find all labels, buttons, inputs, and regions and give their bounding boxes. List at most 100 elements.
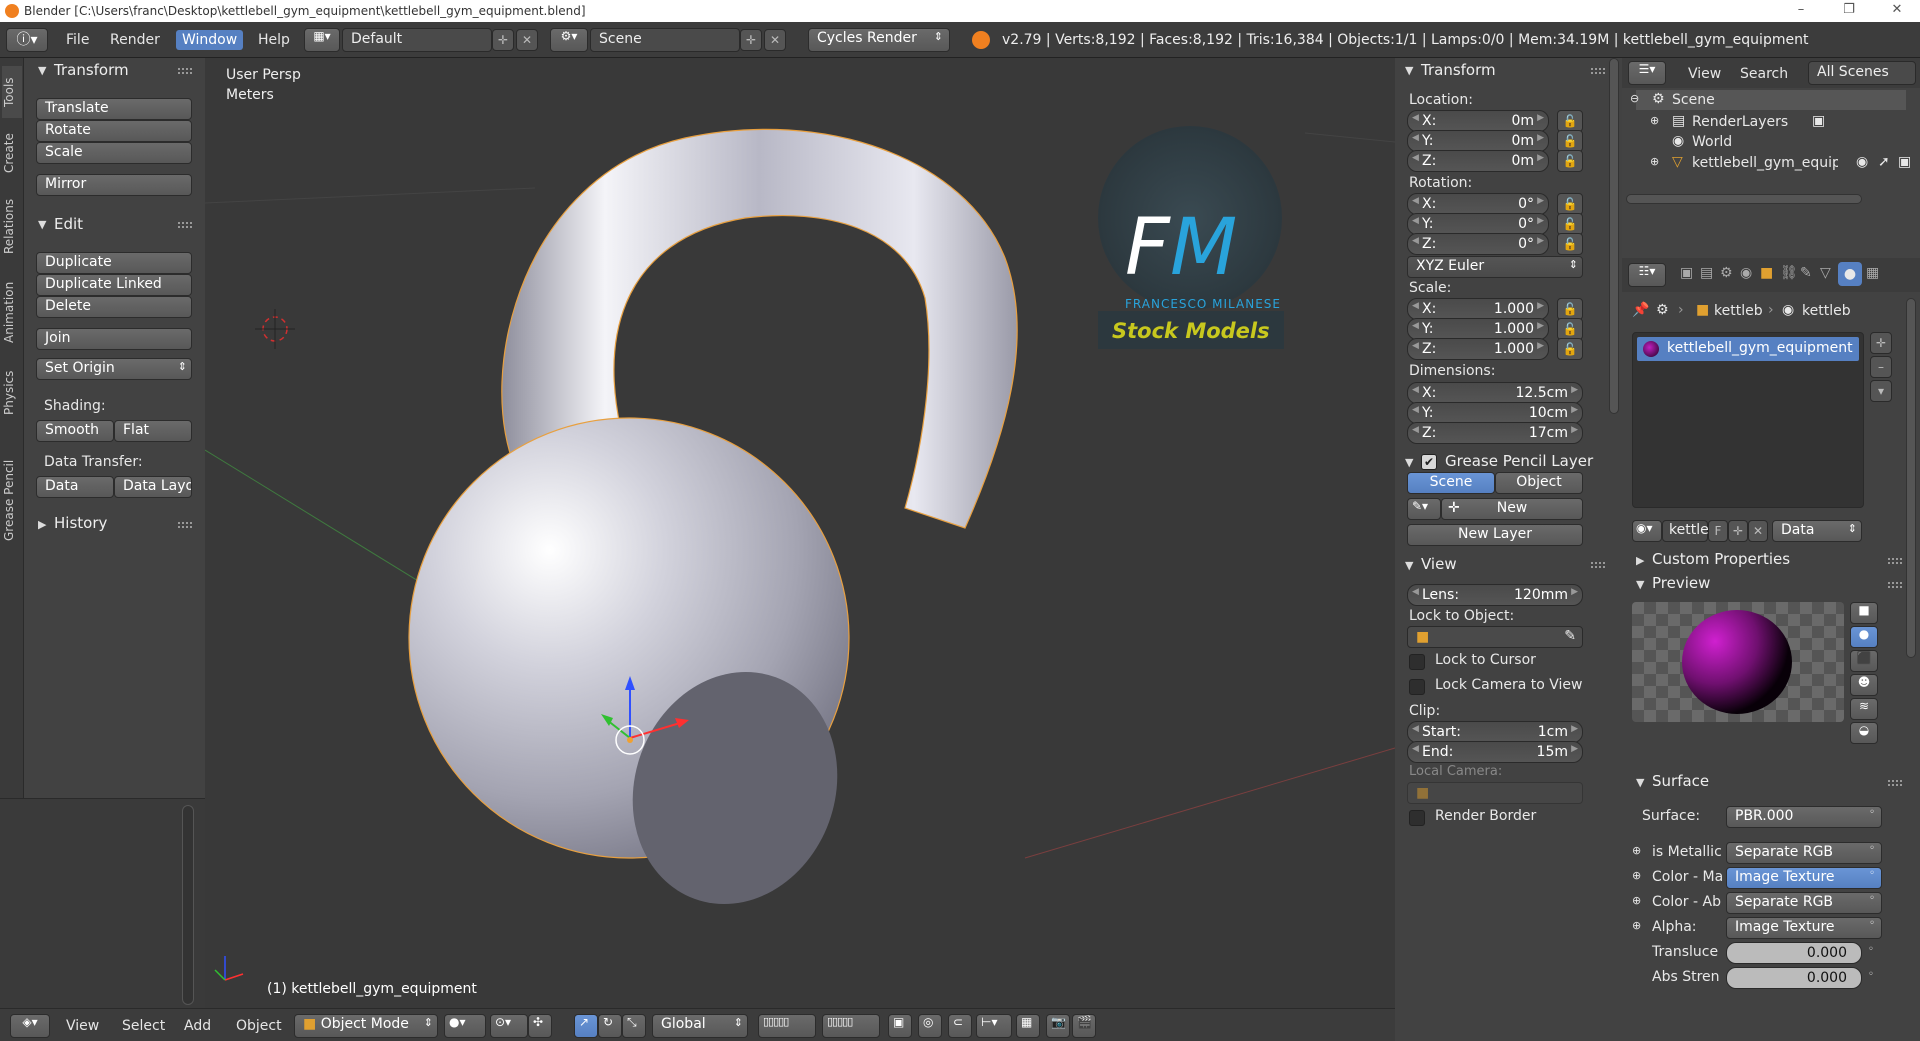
lock-icon[interactable]: 🔓 (1557, 318, 1583, 340)
scrollbar[interactable] (1609, 58, 1619, 414)
menu-file[interactable]: File (60, 30, 95, 50)
render-camera-icon[interactable]: ▣ (1898, 154, 1911, 170)
socket-expand-icon[interactable]: ⊕ (1632, 869, 1641, 882)
translate-button[interactable]: Translate (36, 98, 192, 120)
expand-icon[interactable]: ⊖ (1630, 92, 1639, 105)
preview-cube-icon[interactable]: ⬛ (1850, 650, 1878, 672)
transform-panel-header[interactable]: Transform (54, 61, 129, 79)
lock-icon[interactable]: 🔓 (1557, 213, 1583, 235)
translate-manipulator-icon[interactable]: ↗ (574, 1014, 598, 1038)
expand-icon[interactable]: ⊕ (1650, 155, 1659, 168)
add-layout-icon[interactable]: ✛ (492, 29, 514, 51)
gp-scene-button[interactable]: Scene (1407, 472, 1495, 494)
scale-x-field[interactable]: ◀ X: 1.000 ▶ (1407, 298, 1549, 320)
unlink-material-icon[interactable]: ✕ (1748, 520, 1768, 542)
alpha-input-select[interactable]: Image Texture ◦ (1726, 917, 1882, 939)
3d-cursor-icon[interactable] (255, 309, 295, 349)
proportional-edit-icon[interactable]: ◎ (918, 1014, 942, 1038)
drag-handle-icon[interactable] (1888, 558, 1902, 564)
remove-layout-icon[interactable]: ✕ (516, 29, 538, 51)
menu-help[interactable]: Help (252, 30, 296, 50)
scrollbar[interactable] (182, 805, 194, 1005)
lock-layers-icon[interactable]: ▣ (888, 1014, 912, 1038)
outliner-view-menu[interactable]: View (1682, 64, 1727, 84)
dimensions-y-field[interactable]: ◀ Y: 10cm ▶ (1407, 402, 1583, 424)
maximize-button[interactable]: ❐ (1834, 0, 1864, 22)
transform-panel-header[interactable]: Transform (1421, 61, 1496, 79)
viewport-add-menu[interactable]: Add (178, 1016, 217, 1036)
expand-icon[interactable]: ⊕ (1650, 114, 1659, 127)
data-transfer-button[interactable]: Data (36, 476, 114, 498)
world-tab-icon[interactable]: ◉ (1740, 265, 1752, 281)
snap-element-icon[interactable]: ⊢▾ (976, 1014, 1012, 1038)
delete-button[interactable]: Delete (36, 296, 192, 318)
grease-pencil-panel-header[interactable]: Grease Pencil Layer (1445, 452, 1593, 470)
drag-handle-icon[interactable] (178, 522, 192, 528)
color-ma-input-select[interactable]: Image Texture ◦ (1726, 867, 1882, 889)
scale-z-field[interactable]: ◀ Z: 1.000 ▶ (1407, 338, 1549, 360)
clip-end-field[interactable]: ◀ End: 15m ▶ (1407, 741, 1583, 763)
socket-expand-icon[interactable]: ⊕ (1632, 844, 1641, 857)
preview-flat-icon[interactable]: ■ (1850, 602, 1878, 624)
tab-animation[interactable]: Animation (2, 268, 22, 356)
outliner-item-kettlebell[interactable]: kettlebell_gym_equipm (1692, 155, 1838, 171)
dimensions-x-field[interactable]: ◀ X: 12.5cm ▶ (1407, 382, 1583, 404)
material-tab-icon[interactable]: ● (1838, 262, 1862, 286)
collapse-triangle-icon[interactable]: ▼ (38, 64, 46, 77)
layers-row-1[interactable]: ▯▯▯▯▯ (758, 1014, 816, 1038)
remove-scene-icon[interactable]: ✕ (764, 29, 786, 51)
render-layer-icon[interactable]: ▣ (1812, 113, 1825, 129)
manipulator-toggle-icon[interactable]: ✣ (528, 1014, 552, 1038)
abs-strength-field[interactable]: 0.000 (1726, 967, 1862, 989)
lock-icon[interactable]: 🔓 (1557, 130, 1583, 152)
location-y-field[interactable]: ◀ Y: 0m ▶ (1407, 130, 1549, 152)
rotation-z-field[interactable]: ◀ Z: 0° ▶ (1407, 233, 1549, 255)
tab-create[interactable]: Create (2, 122, 22, 184)
drag-handle-icon[interactable] (1888, 780, 1902, 786)
tab-physics[interactable]: Physics (2, 360, 22, 426)
opengl-render-icon[interactable]: 📷 (1046, 1014, 1070, 1038)
collapse-triangle-icon[interactable]: ▼ (1636, 578, 1644, 591)
duplicate-linked-button[interactable]: Duplicate Linked (36, 274, 192, 296)
pivot-point-icon[interactable]: ⊙▾ (490, 1014, 528, 1038)
outliner-filter-select[interactable]: All Scenes (1808, 61, 1916, 85)
scene-tab-icon[interactable]: ⚙ (1720, 265, 1733, 281)
screen-layout-icon[interactable]: ▦▾ (304, 28, 340, 52)
outliner-item-world[interactable]: World (1692, 134, 1732, 150)
slot-menu-icon[interactable]: ▾ (1870, 380, 1892, 402)
color-ab-input-select[interactable]: Separate RGB ◦ (1726, 892, 1882, 914)
lock-icon[interactable]: 🔓 (1557, 110, 1583, 132)
constraints-tab-icon[interactable]: ⛓ (1780, 265, 1798, 281)
texture-tab-icon[interactable]: ▦ (1866, 265, 1879, 281)
scene-icon[interactable]: ⚙▾ (550, 28, 588, 52)
outliner-item-scene[interactable]: Scene (1672, 92, 1715, 108)
preview-sphere-icon[interactable]: ● (1850, 626, 1878, 648)
data-tab-icon[interactable]: ▽ (1820, 265, 1831, 281)
render-border-checkbox[interactable] (1409, 810, 1425, 826)
lock-object-field[interactable]: ■ ✎ (1407, 626, 1583, 648)
scrollbar[interactable] (1906, 298, 1916, 658)
rotation-y-field[interactable]: ◀ Y: 0° ▶ (1407, 213, 1549, 235)
opengl-animation-icon[interactable]: 🎬 (1072, 1014, 1096, 1038)
scene-field[interactable]: Scene (590, 28, 740, 52)
expand-triangle-icon[interactable]: ▶ (1636, 554, 1644, 567)
lens-field[interactable]: ◀ Lens: 120mm ▶ (1407, 584, 1583, 606)
screen-layout-field[interactable]: Default (342, 28, 492, 52)
menu-render[interactable]: Render (104, 30, 166, 50)
outliner-editor-icon[interactable]: ☰▾ (1628, 61, 1666, 85)
material-browse-icon[interactable]: ◉▾ (1632, 520, 1662, 542)
fake-user-button[interactable]: F (1708, 520, 1728, 542)
drag-handle-icon[interactable] (1888, 582, 1902, 588)
object-tab-icon[interactable]: ■ (1760, 265, 1773, 281)
collapse-triangle-icon[interactable]: ▼ (1405, 559, 1413, 572)
viewport-editor-icon[interactable]: ◈▾ (10, 1014, 50, 1038)
custom-properties-header[interactable]: Custom Properties (1652, 550, 1790, 568)
rotation-x-field[interactable]: ◀ X: 0° ▶ (1407, 193, 1549, 215)
pencil-icon[interactable]: ✎▾ (1407, 498, 1441, 520)
drag-handle-icon[interactable] (1591, 562, 1605, 568)
clip-start-field[interactable]: ◀ Start: 1cm ▶ (1407, 721, 1583, 743)
lock-camera-checkbox[interactable] (1409, 679, 1425, 695)
menu-window[interactable]: Window (176, 30, 244, 50)
socket-expand-icon[interactable]: ⊕ (1632, 919, 1641, 932)
location-z-field[interactable]: ◀ Z: 0m ▶ (1407, 150, 1549, 172)
